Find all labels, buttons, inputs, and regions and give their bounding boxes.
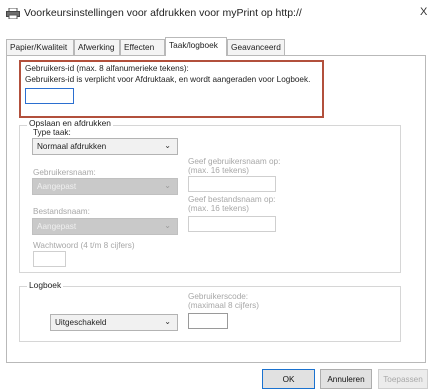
save-print-group-title: Opslaan en afdrukken (27, 118, 113, 128)
user-code-line1: Gebruikerscode: (188, 292, 249, 301)
job-type-label: Type taak: (33, 128, 71, 137)
chevron-down-icon: ⌄ (164, 181, 171, 190)
tab-paper-quality[interactable]: Papier/Kwaliteit (6, 39, 74, 55)
filename-label: Bestandsnaam: (33, 207, 90, 216)
give-username-line2: (max. 16 tekens) (188, 166, 249, 175)
logbook-mode-value: Uitgeschakeld (55, 318, 107, 327)
chevron-down-icon: ⌄ (164, 221, 171, 230)
password-label: Wachtwoord (4 t/m 8 cijfers) (33, 241, 135, 250)
filename-select[interactable]: Aangepast ⌄ (32, 218, 178, 235)
userid-note: Gebruikers-id is verplicht voor Afdrukta… (25, 75, 311, 84)
tab-advanced[interactable]: Geavanceerd (227, 39, 285, 55)
username-select[interactable]: Aangepast ⌄ (32, 178, 178, 195)
password-input[interactable] (33, 251, 66, 267)
job-type-select[interactable]: Normaal afdrukken ⌄ (32, 138, 178, 155)
tab-strip: Papier/Kwaliteit Afwerking Effecten Taak… (6, 37, 426, 56)
apply-button[interactable]: Toepassen (378, 369, 428, 389)
tab-finishing[interactable]: Afwerking (74, 39, 120, 55)
chevron-down-icon: ⌄ (164, 141, 171, 150)
ok-button[interactable]: OK (262, 369, 315, 389)
title-bar: Voorkeursinstellingen voor afdrukken voo… (0, 0, 430, 28)
give-filename-line2: (max. 16 tekens) (188, 204, 249, 213)
username-input[interactable] (188, 176, 276, 192)
filename-value: Aangepast (37, 222, 77, 231)
userid-input[interactable] (25, 88, 74, 104)
username-label: Gebruikersnaam: (33, 168, 96, 177)
logbook-group-title: Logboek (27, 280, 64, 290)
give-username-line1: Geef gebruikersnaam op: (188, 157, 281, 166)
user-code-line2: (maximaal 8 cijfers) (188, 301, 259, 310)
username-value: Aangepast (37, 182, 77, 191)
filename-input[interactable] (188, 216, 276, 232)
user-code-input[interactable] (188, 313, 228, 329)
tab-effects[interactable]: Effecten (120, 39, 165, 55)
printer-icon (6, 8, 20, 19)
chevron-down-icon: ⌄ (164, 317, 171, 326)
job-type-value: Normaal afdrukken (37, 142, 107, 151)
window-title: Voorkeursinstellingen voor afdrukken voo… (24, 7, 302, 19)
tab-job-log[interactable]: Taak/logboek (165, 37, 227, 56)
give-filename-line1: Geef bestandsnaam op: (188, 195, 276, 204)
logbook-mode-select[interactable]: Uitgeschakeld ⌄ (50, 314, 178, 331)
userid-label: Gebruikers-id (max. 8 alfanumerieke teke… (25, 64, 189, 73)
close-button[interactable]: X (420, 6, 427, 18)
cancel-button[interactable]: Annuleren (320, 369, 372, 389)
